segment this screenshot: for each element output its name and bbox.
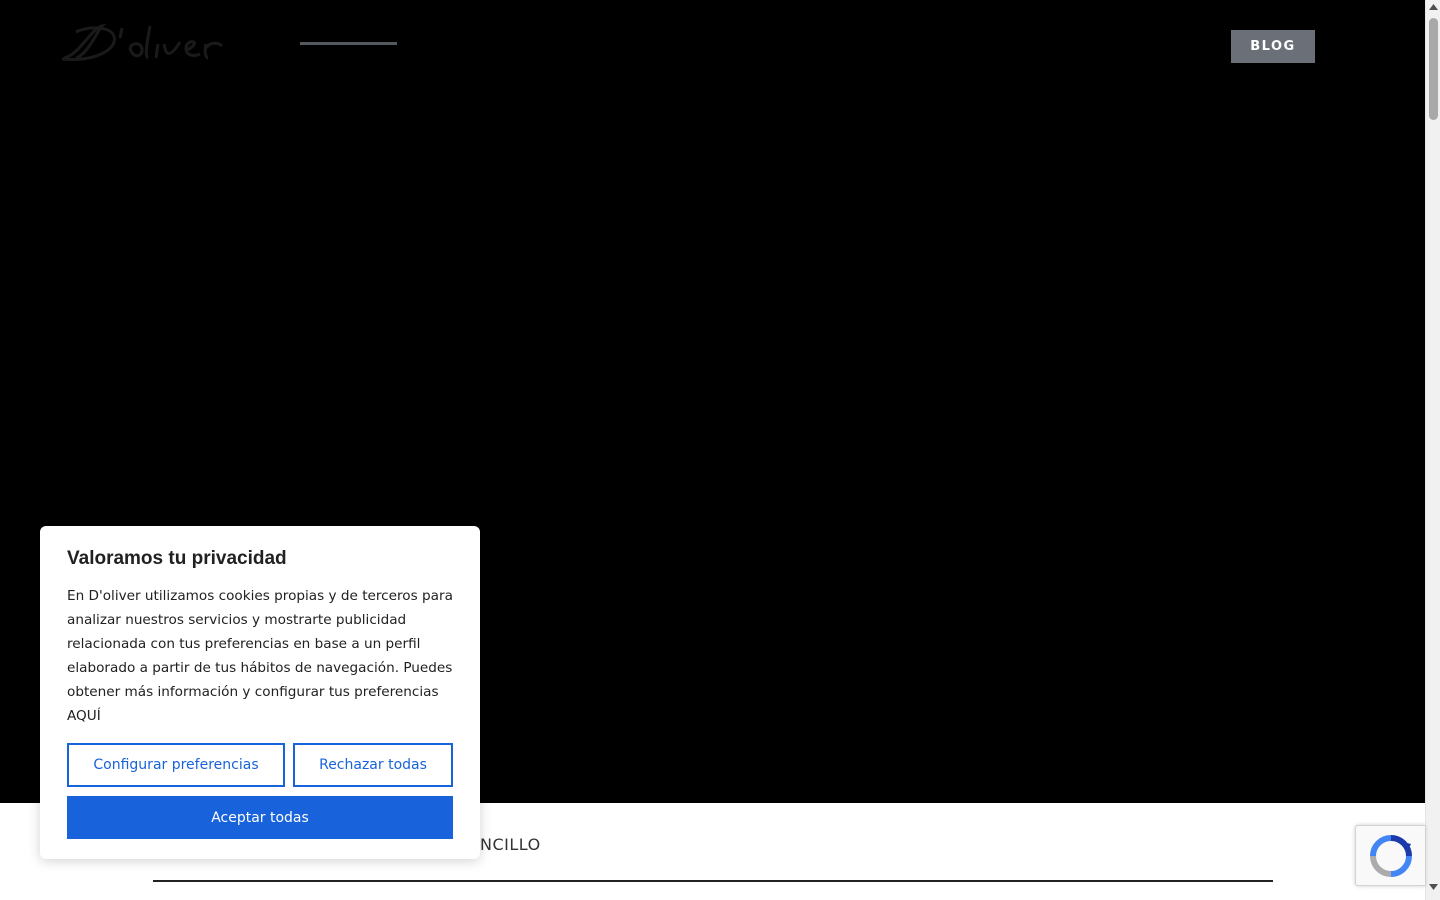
section-divider	[153, 880, 1273, 882]
logo[interactable]	[58, 18, 233, 66]
logo-mark	[61, 23, 224, 61]
reject-all-button[interactable]: Rechazar todas	[293, 743, 453, 787]
cookie-banner-text: En D'oliver utilizamos cookies propias y…	[67, 588, 453, 724]
section-title: NCILLO	[480, 835, 541, 854]
page-scrollbar[interactable]	[1425, 0, 1440, 900]
cookie-consent-banner: Valoramos tu privacidad En D'oliver util…	[40, 526, 480, 859]
cookie-banner-title: Valoramos tu privacidad	[67, 548, 287, 569]
nav-active-indicator	[300, 42, 397, 45]
scrollbar-thumb[interactable]	[1429, 18, 1438, 120]
blog-button[interactable]: BLOG	[1231, 30, 1315, 63]
recaptcha-badge[interactable]	[1355, 825, 1425, 886]
chevron-down-icon[interactable]	[1426, 884, 1440, 896]
recaptcha-icon	[1370, 835, 1412, 877]
chevron-up-icon[interactable]	[1426, 4, 1440, 16]
configure-preferences-button[interactable]: Configurar preferencias	[67, 743, 285, 787]
accept-all-button[interactable]: Aceptar todas	[67, 796, 453, 839]
